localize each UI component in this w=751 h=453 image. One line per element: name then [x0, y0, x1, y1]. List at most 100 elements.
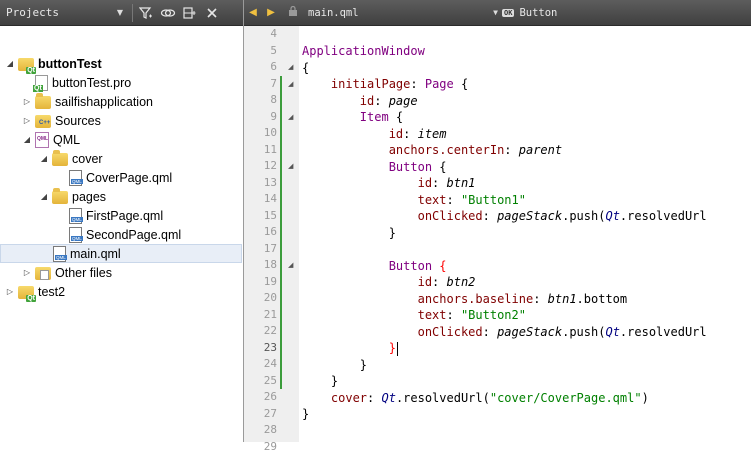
- code-line: Button {: [302, 159, 447, 176]
- tree-item-label: buttonTest: [38, 56, 102, 71]
- filter-icon[interactable]: [135, 3, 157, 23]
- tree-item[interactable]: ▷ test2: [0, 282, 242, 302]
- code-line: {: [302, 60, 309, 77]
- tree-item[interactable]: ◢ buttonTest: [0, 54, 242, 74]
- current-symbol: Button: [519, 6, 558, 19]
- tree-item-label: test2: [38, 284, 66, 299]
- code-token: .push(: [562, 209, 606, 223]
- tree-item[interactable]: ◢ cover: [0, 149, 242, 168]
- tree-item[interactable]: FirstPage.qml: [0, 206, 242, 225]
- chevron-down-icon[interactable]: ▼: [493, 8, 502, 17]
- fold-marker-icon[interactable]: ◢: [288, 80, 293, 88]
- back-arrow-icon[interactable]: ◀: [244, 7, 262, 18]
- tree-item[interactable]: CoverPage.qml: [0, 168, 242, 187]
- code-line: onClicked: pageStack.push(Qt.resolvedUrl: [302, 208, 707, 225]
- code-line: }: [302, 373, 338, 390]
- collapsed-arrow-icon[interactable]: ▷: [4, 287, 16, 296]
- folder-icon: [52, 188, 68, 204]
- code-line: initialPage: Page {: [302, 76, 468, 93]
- code-token: {: [432, 159, 447, 174]
- fold-marker-icon[interactable]: ◢: [288, 162, 293, 170]
- chevron-down-icon[interactable]: ▼: [110, 4, 130, 22]
- code-token: }: [388, 341, 396, 355]
- expanded-arrow-icon[interactable]: ◢: [38, 192, 50, 201]
- code-token: :: [374, 93, 389, 108]
- line-number: 15: [263, 208, 277, 222]
- line-number: 11: [263, 142, 277, 156]
- close-icon[interactable]: [201, 3, 223, 23]
- expanded-arrow-icon[interactable]: ◢: [21, 135, 33, 144]
- lock-icon: [288, 5, 302, 19]
- tree-item[interactable]: buttonTest.pro: [0, 73, 242, 92]
- tree-item[interactable]: main.qml: [0, 244, 242, 263]
- code-token: id: [417, 275, 433, 289]
- forward-arrow-icon[interactable]: ▶: [262, 7, 280, 18]
- code-token: onClicked: [417, 209, 483, 223]
- projects-view-selector[interactable]: Projects: [0, 6, 110, 19]
- code-text-area[interactable]: ApplicationWindow { initialPage: Page { i…: [299, 26, 751, 442]
- code-token: pageStack: [497, 209, 563, 223]
- code-token: ): [641, 390, 649, 405]
- line-number: 27: [263, 406, 277, 420]
- code-token: ApplicationWindow: [302, 44, 425, 58]
- text-cursor: [396, 341, 398, 356]
- code-token: anchors.baseline: [417, 291, 534, 306]
- symbol-combo[interactable]: OK Button: [502, 7, 557, 19]
- code-token: }: [302, 407, 310, 421]
- collapsed-arrow-icon[interactable]: ▷: [21, 268, 33, 277]
- code-editor: ◀ ▶ main.qml ▼ OK Button 4 5 6 ◢ 7 ◢ 8 9 ◢ 10 11 12…: [244, 0, 751, 453]
- qt-creator-window: Projects ▼ ◢ buttonTest buttonTest.pro ▷ sai…: [0, 0, 751, 453]
- tree-item-label: pages: [72, 189, 107, 204]
- line-number: 24: [263, 357, 277, 370]
- code-token: :: [403, 126, 418, 141]
- expanded-arrow-icon[interactable]: ◢: [38, 154, 50, 163]
- collapsed-arrow-icon[interactable]: ▷: [21, 97, 33, 106]
- link-icon[interactable]: [157, 3, 179, 23]
- code-token: Item: [359, 110, 389, 124]
- expanded-arrow-icon[interactable]: ◢: [4, 59, 16, 68]
- code-token: Qt: [605, 324, 620, 339]
- tree-item[interactable]: SecondPage.qml: [0, 225, 242, 244]
- code-token: initialPage: [330, 77, 411, 91]
- code-line: cover: Qt.resolvedUrl("cover/CoverPage.q…: [302, 390, 649, 407]
- code-token: :: [482, 324, 498, 339]
- split-icon[interactable]: [179, 3, 201, 23]
- code-token: :: [432, 176, 447, 190]
- tree-item[interactable]: ▷ sailfishapplication: [0, 92, 242, 111]
- line-number: 18: [263, 258, 277, 271]
- line-number: 4: [270, 27, 277, 40]
- code-token: cover: [330, 390, 368, 405]
- code-token: text: [417, 308, 447, 322]
- code-token: .bottom: [576, 291, 628, 306]
- tree-item[interactable]: ▷ Sources: [0, 111, 242, 130]
- fold-marker-icon[interactable]: ◢: [288, 63, 293, 71]
- code-line: }: [302, 357, 367, 374]
- code-line: }: [302, 225, 396, 242]
- fold-marker-icon[interactable]: ◢: [288, 261, 293, 269]
- line-number: 6: [270, 60, 277, 73]
- tree-item-label: cover: [72, 151, 103, 166]
- tree-item[interactable]: ◢ pages: [0, 187, 242, 206]
- line-number: 9: [270, 109, 277, 123]
- code-token: .resolvedUrl(: [395, 390, 490, 405]
- line-number: 16: [263, 225, 277, 238]
- code-line: id: item: [302, 126, 447, 143]
- projects-toolbar: Projects ▼: [0, 0, 243, 26]
- tree-item-label: SecondPage.qml: [86, 227, 182, 242]
- fold-marker-icon[interactable]: ◢: [288, 113, 293, 121]
- code-token: :: [446, 192, 461, 207]
- collapsed-arrow-icon[interactable]: ▷: [21, 116, 33, 125]
- code-token: Page: [424, 77, 454, 91]
- line-number-gutter[interactable]: 4 5 6 ◢ 7 ◢ 8 9 ◢ 10 11 12 ◢ 13 14 15 16 17 18 ◢ 19 20 21 22 23 2…: [244, 26, 299, 453]
- open-documents-combo[interactable]: main.qml ▼: [288, 5, 502, 19]
- tree-item[interactable]: ▷ Other files: [0, 263, 242, 282]
- code-line: onClicked: pageStack.push(Qt.resolvedUrl: [302, 324, 707, 341]
- tree-item[interactable]: ◢ QML: [0, 130, 242, 149]
- line-number: 7: [270, 76, 277, 90]
